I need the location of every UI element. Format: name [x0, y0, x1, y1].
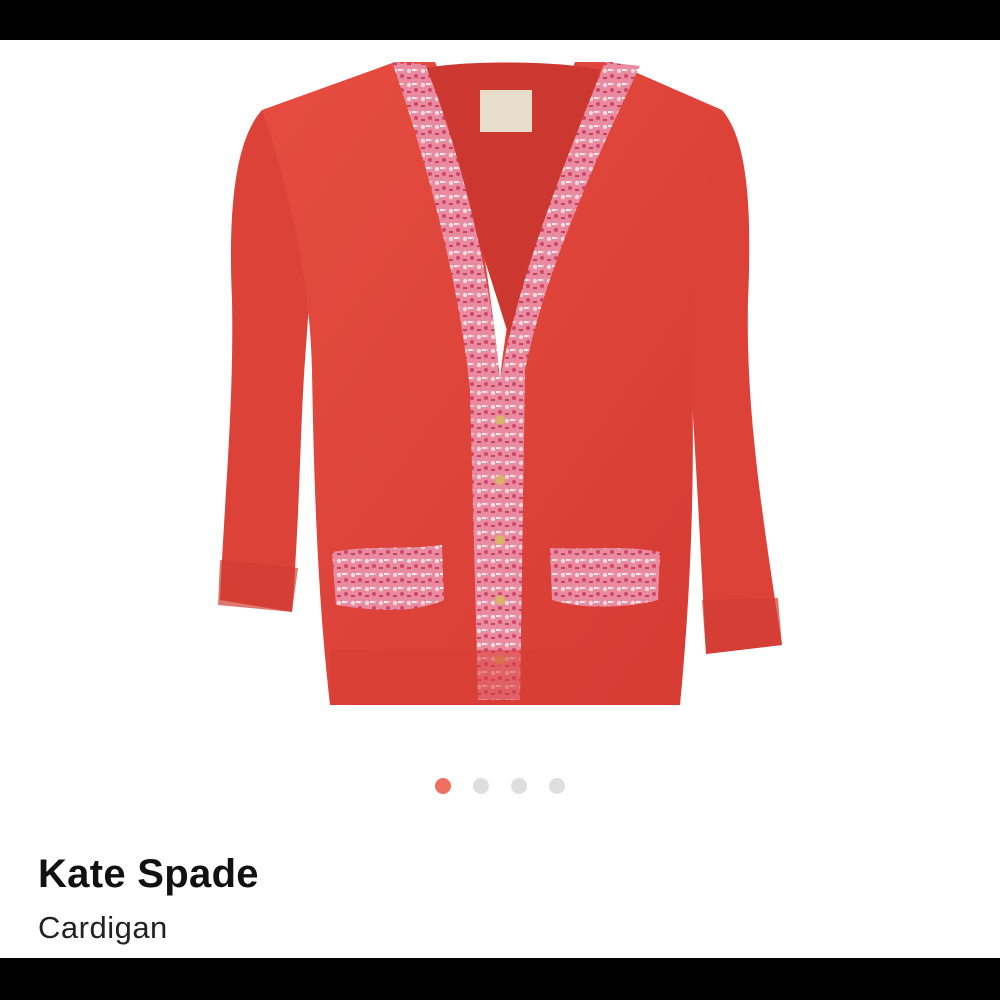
right-cuff	[702, 598, 782, 654]
product-brand[interactable]: Kate Spade	[38, 852, 259, 897]
product-photo[interactable]	[0, 40, 1000, 770]
right-pocket	[550, 548, 660, 607]
gallery-pagination	[0, 778, 1000, 798]
left-cuff	[218, 560, 298, 612]
gallery-dot-1[interactable]	[435, 778, 451, 794]
gallery-dot-2[interactable]	[473, 778, 489, 794]
product-category: Cardigan	[38, 910, 168, 945]
device-frame: Kate Spade Cardigan	[0, 0, 1000, 1000]
cardigan-image	[218, 62, 782, 705]
gallery-dot-4[interactable]	[549, 778, 565, 794]
hem-band	[330, 650, 680, 705]
product-screen: Kate Spade Cardigan	[0, 40, 1000, 958]
gallery-dot-3[interactable]	[511, 778, 527, 794]
brand-tag	[480, 90, 532, 132]
left-pocket	[332, 545, 444, 610]
